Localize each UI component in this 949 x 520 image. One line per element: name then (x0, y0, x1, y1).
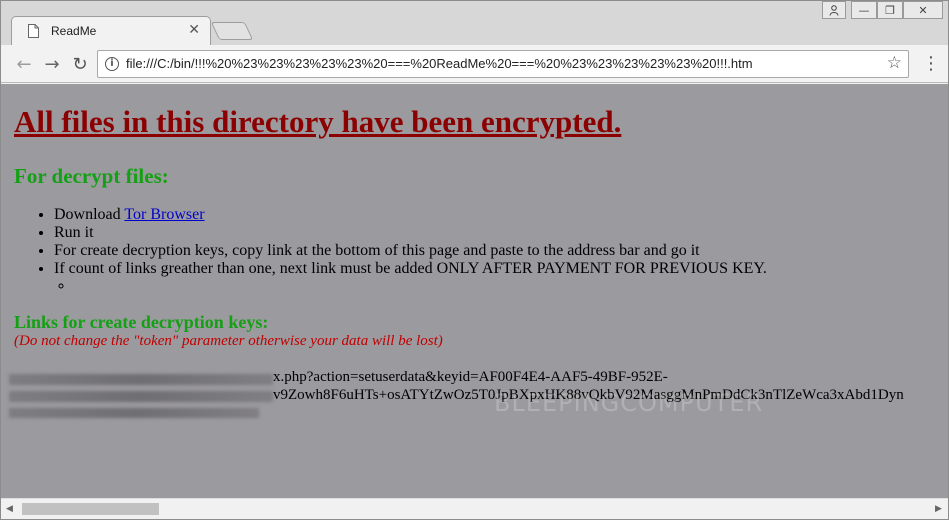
watermark-text: BLEEPINGCOMPUTER (494, 389, 764, 417)
page-icon (28, 24, 39, 38)
redacted-url-part-1 (9, 374, 273, 385)
restore-button[interactable]: ❐ (877, 1, 903, 19)
title-bar: ReadMe ✕ — ❐ ✕ (1, 1, 948, 46)
horizontal-scrollbar[interactable]: ◀ ▶ (1, 498, 948, 519)
decryption-link-line-1[interactable]: x.php?action=setuserdata&keyid=AF00F4E4-… (273, 369, 668, 386)
list-item: For create decryption keys, copy link at… (54, 242, 767, 260)
info-icon[interactable]: i (105, 57, 119, 71)
empty-sub-list (74, 277, 84, 295)
tab-title: ReadMe (51, 24, 97, 38)
address-bar[interactable]: i file:///C:/bin/!!!%20%23%23%23%23%23%2… (97, 50, 909, 78)
list-item: Run it (54, 224, 767, 242)
scroll-right-icon[interactable]: ▶ (935, 504, 942, 514)
decrypt-heading: For decrypt files: (14, 164, 169, 188)
list-item: Download Tor Browser (54, 206, 767, 224)
tor-browser-link[interactable]: Tor Browser (124, 206, 204, 223)
close-window-button[interactable]: ✕ (903, 1, 943, 19)
redacted-url-part-2 (9, 391, 273, 402)
page-title: All files in this directory have been en… (14, 104, 622, 139)
scroll-left-icon[interactable]: ◀ (6, 504, 13, 514)
scrollbar-thumb[interactable] (22, 503, 159, 515)
links-heading: Links for create decryption keys: (14, 312, 269, 332)
minimize-button[interactable]: — (851, 1, 877, 19)
bookmark-star-icon[interactable]: ☆ (887, 53, 902, 73)
reload-icon[interactable]: ↻ (69, 53, 91, 75)
browser-window: ReadMe ✕ — ❐ ✕ ← → ↻ i file:///C:/bin/!!… (0, 0, 949, 520)
menu-icon[interactable]: ⋮ (922, 53, 940, 74)
tab-readme[interactable]: ReadMe ✕ (11, 16, 211, 46)
tab-close-icon[interactable]: ✕ (188, 22, 200, 38)
forward-arrow-icon[interactable]: → (41, 53, 63, 75)
url-text[interactable]: file:///C:/bin/!!!%20%23%23%23%23%23%20=… (126, 56, 753, 71)
new-tab-button[interactable] (210, 22, 254, 40)
redacted-url-part-3 (9, 408, 259, 418)
steps-list: Download Tor Browser Run it For create d… (54, 206, 767, 278)
list-item: If count of links greather than one, nex… (54, 260, 767, 278)
browser-toolbar: ← → ↻ i file:///C:/bin/!!!%20%23%23%23%2… (1, 45, 948, 83)
token-warning: (Do not change the "token" parameter oth… (14, 333, 443, 349)
user-icon[interactable] (822, 1, 846, 19)
list-item (74, 277, 84, 295)
back-arrow-icon[interactable]: ← (13, 53, 35, 75)
page-content: All files in this directory have been en… (1, 84, 948, 498)
